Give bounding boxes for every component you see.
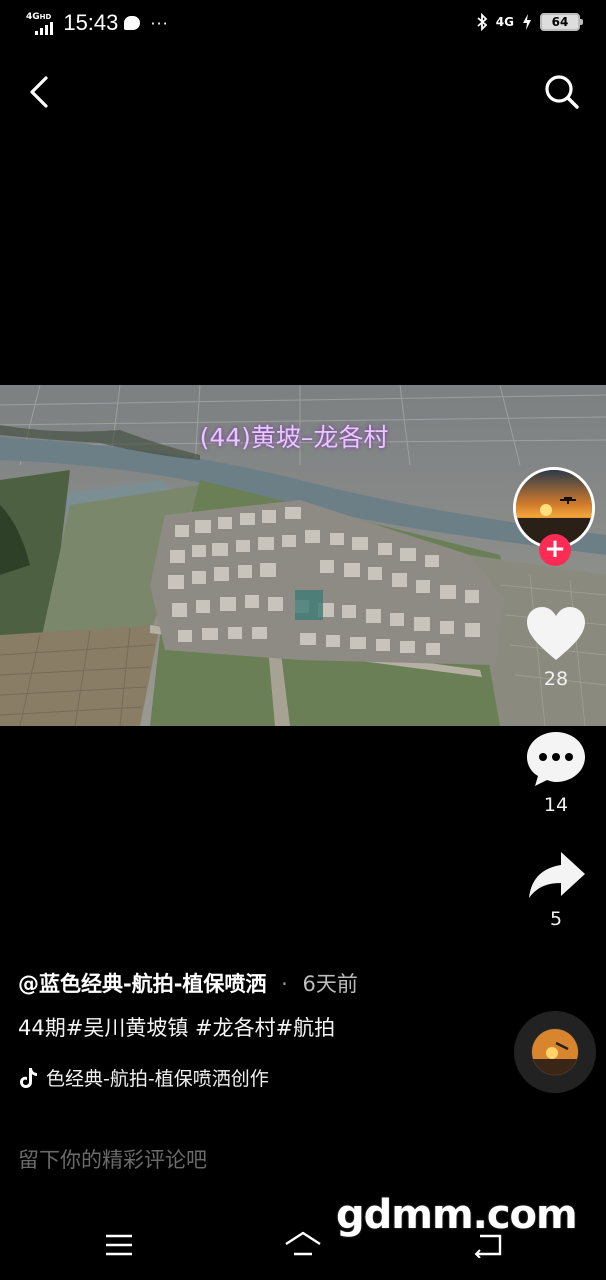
nav-home-button[interactable] [282,1228,324,1260]
battery-level: 64 [551,15,569,29]
music-info[interactable]: 色经典-航拍-植保喷洒创作 [18,1064,269,1091]
watermark: gdmm.com [336,1192,578,1238]
battery-icon: 64 [540,13,583,31]
more-notifications-icon: ··· [150,13,169,33]
nav-back-button[interactable] [472,1232,504,1259]
home-icon [285,1231,321,1256]
share-button[interactable]: 5 [516,850,596,930]
menu-icon [106,1234,132,1256]
share-count: 5 [549,908,563,930]
video-caption: (44)黄坡–龙各村 [199,423,389,452]
comment-button[interactable]: 14 [516,730,596,816]
return-icon [474,1234,502,1259]
music-disc-cover [532,1029,578,1075]
charging-icon [523,14,531,30]
mobile-data-indicator: 4G [495,15,514,29]
signal-icon [35,21,54,35]
separator: · [281,972,288,996]
posted-time: 6天前 [302,972,358,996]
share-arrow-icon [529,852,585,898]
status-bar: 4GHD 15:43 ··· 4G 64 [0,0,606,48]
back-button[interactable] [22,72,58,112]
heart-icon [527,607,585,660]
comment-count: 14 [543,794,569,816]
status-right: 4G 64 [476,13,583,31]
clock: 15:43 [63,10,119,35]
author-name[interactable]: @蓝色经典-航拍-植保喷洒 [18,972,266,996]
author-line: @蓝色经典-航拍-植保喷洒 · 6天前 [18,968,358,998]
like-button[interactable]: 28 [516,606,596,690]
nav-menu-button[interactable] [104,1232,134,1258]
message-notification-icon [124,16,141,30]
network-type: 4GHD [26,11,52,22]
status-left: 4GHD 15:43 ··· [26,10,169,36]
search-button[interactable] [542,72,582,112]
music-title: 色经典-航拍-植保喷洒创作 [46,1068,269,1090]
bluetooth-icon [477,13,488,31]
speech-bubble-icon [527,732,585,786]
follow-button[interactable]: + [539,534,571,566]
disc-cover-image [532,1029,578,1075]
chevron-left-icon [30,76,48,108]
post-description[interactable]: 44期#吴川黄坡镇 #龙各村#航拍 [18,1012,335,1042]
like-count: 28 [543,668,569,690]
search-icon [545,75,579,109]
comment-input[interactable]: 留下你的精彩评论吧 [18,1144,498,1174]
music-disc-button[interactable] [514,1011,596,1093]
tiktok-note-icon [20,1067,37,1088]
